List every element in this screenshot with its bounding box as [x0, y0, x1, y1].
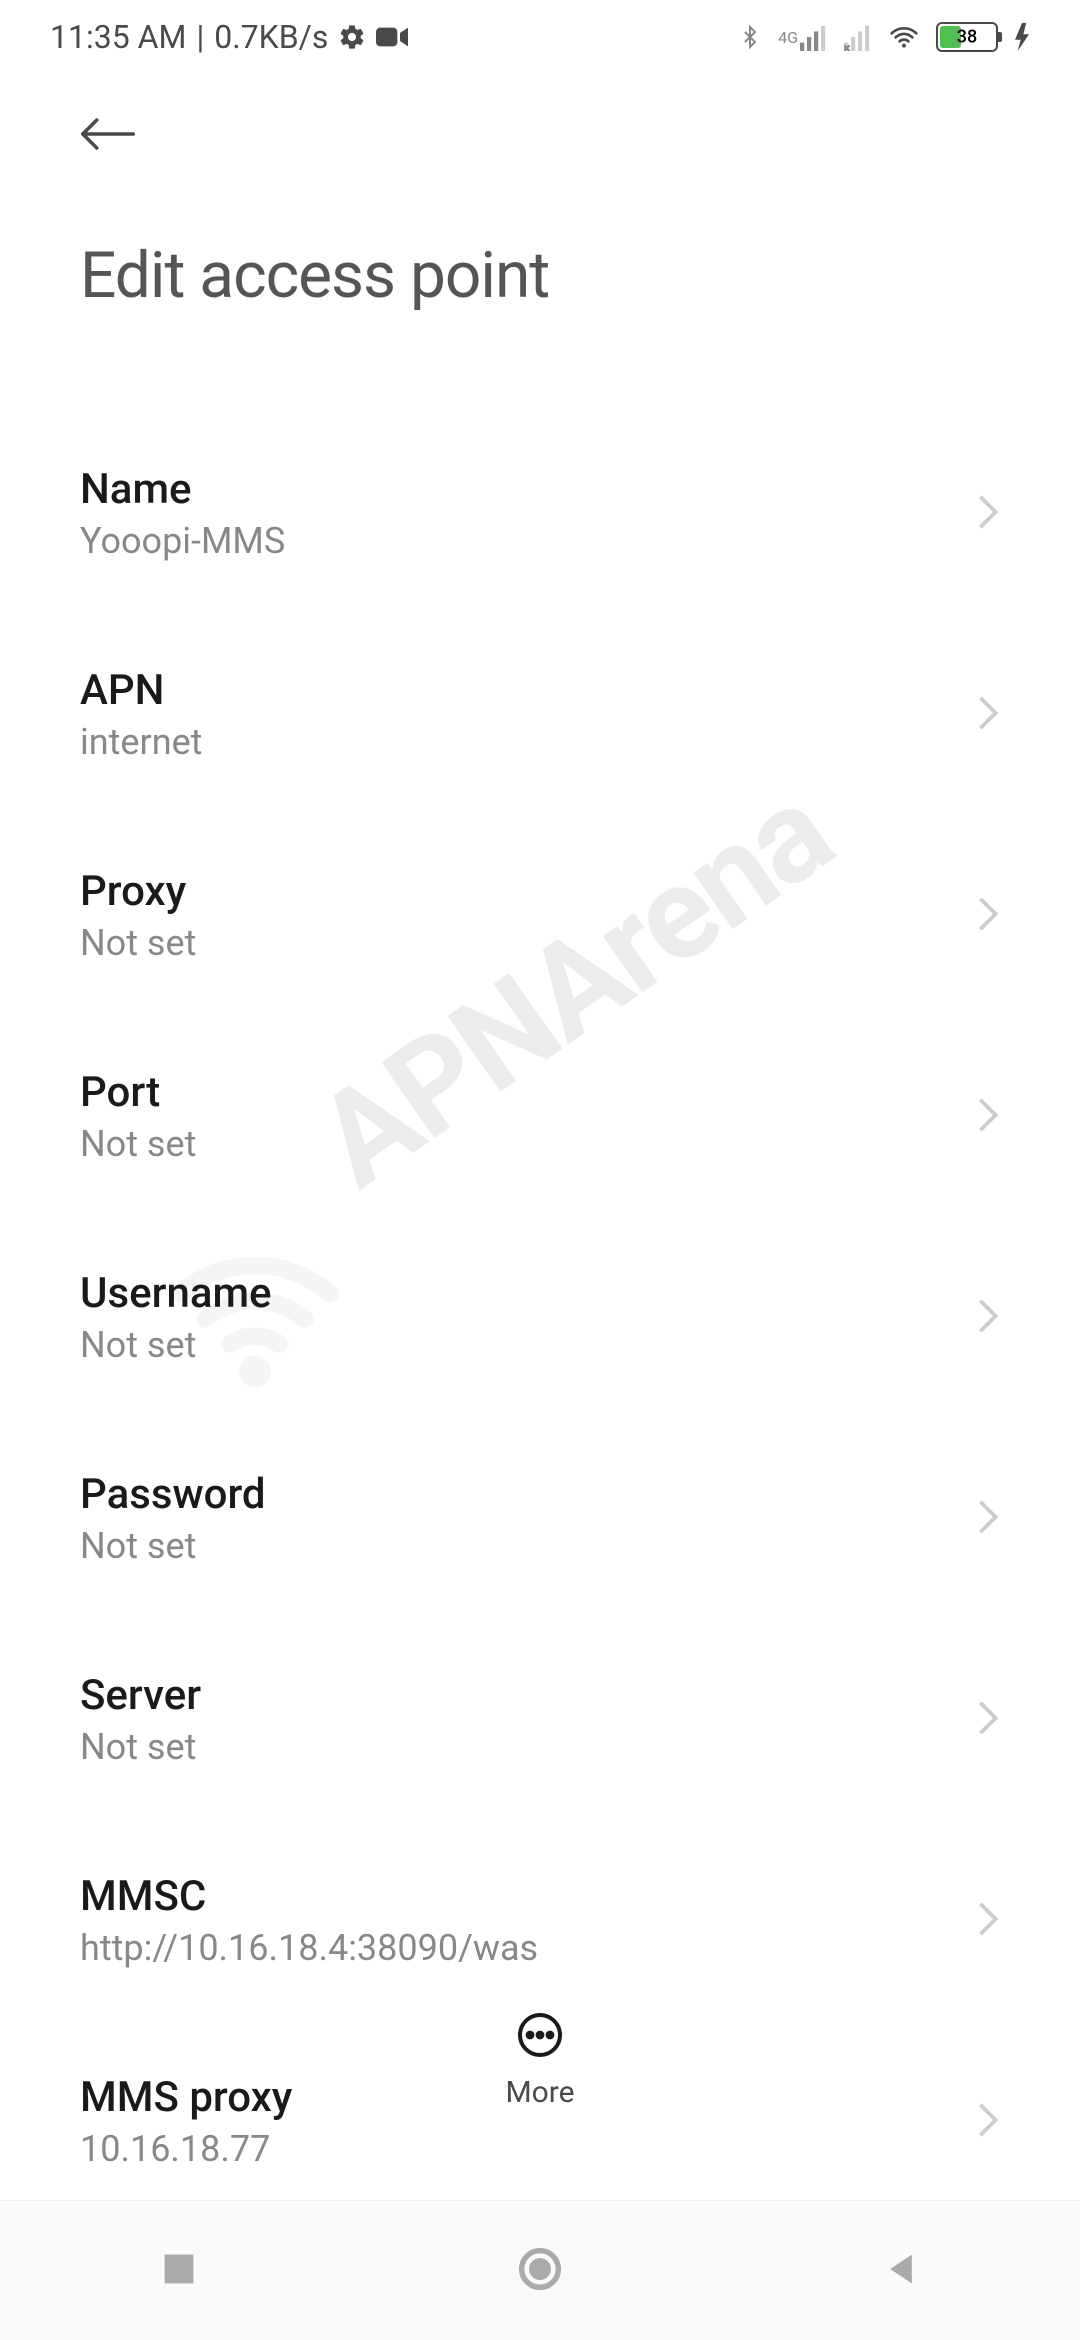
- setting-value: Not set: [80, 1726, 201, 1768]
- chevron-right-icon: [976, 493, 1000, 535]
- setting-label: Server: [80, 1671, 201, 1720]
- chevron-right-icon: [976, 1900, 1000, 1942]
- setting-label: Proxy: [80, 867, 196, 916]
- nav-recents-button[interactable]: [161, 2251, 197, 2291]
- setting-port[interactable]: Port Not set: [80, 1016, 1000, 1217]
- setting-apn[interactable]: APN internet: [80, 614, 1000, 815]
- chevron-right-icon: [976, 895, 1000, 937]
- setting-label: Name: [80, 465, 285, 514]
- setting-proxy[interactable]: Proxy Not set: [80, 815, 1000, 1016]
- setting-mmsc[interactable]: MMSC http://10.16.18.4:38090/was: [80, 1820, 1000, 2021]
- chevron-right-icon: [976, 1297, 1000, 1339]
- setting-label: APN: [80, 666, 202, 715]
- setting-value: Not set: [80, 1324, 272, 1366]
- signal-4g-icon: 4G: [778, 23, 828, 51]
- page-title: Edit access point: [80, 238, 1000, 313]
- wifi-icon: [888, 23, 920, 51]
- status-time: 11:35 AM: [50, 18, 186, 56]
- setting-password[interactable]: Password Not set: [80, 1418, 1000, 1619]
- nav-home-button[interactable]: [518, 2247, 562, 2295]
- setting-value: Not set: [80, 1525, 266, 1567]
- setting-label: MMSC: [80, 1872, 538, 1921]
- camera-icon: [376, 25, 408, 49]
- setting-value: http://10.16.18.4:38090/was: [80, 1927, 538, 1969]
- setting-name[interactable]: Name Yooopi-MMS: [80, 413, 1000, 614]
- status-bar: 11:35 AM | 0.7KB/s 4G 38: [0, 0, 1080, 74]
- chevron-right-icon: [976, 694, 1000, 736]
- status-data-rate: 0.7KB/s: [214, 18, 328, 56]
- setting-mms-proxy[interactable]: MMS proxy 10.16.18.77: [80, 2021, 1000, 2170]
- chevron-right-icon: [976, 1096, 1000, 1138]
- setting-username[interactable]: Username Not set: [80, 1217, 1000, 1418]
- setting-value: Not set: [80, 1123, 196, 1165]
- signal-no-sim-icon: [844, 23, 872, 51]
- navigation-bar: [0, 2200, 1080, 2340]
- setting-label: Username: [80, 1269, 272, 1318]
- setting-label: MMS proxy: [80, 2073, 292, 2122]
- battery-indicator: 38: [936, 22, 998, 52]
- gear-icon: [338, 23, 366, 51]
- header: Edit access point: [0, 74, 1080, 343]
- setting-value: Not set: [80, 922, 196, 964]
- setting-value: internet: [80, 721, 202, 763]
- chevron-right-icon: [976, 2101, 1000, 2143]
- setting-value: Yooopi-MMS: [80, 520, 285, 562]
- setting-server[interactable]: Server Not set: [80, 1619, 1000, 1820]
- bluetooth-icon: [738, 21, 762, 53]
- setting-label: Port: [80, 1068, 196, 1117]
- back-button[interactable]: [80, 114, 1000, 158]
- charging-icon: [1014, 23, 1030, 51]
- setting-value: 10.16.18.77: [80, 2128, 292, 2170]
- nav-back-button[interactable]: [883, 2251, 919, 2291]
- chevron-right-icon: [976, 1699, 1000, 1741]
- settings-list: Name Yooopi-MMS APN internet Proxy Not s…: [0, 343, 1080, 2170]
- chevron-right-icon: [976, 1498, 1000, 1540]
- setting-label: Password: [80, 1470, 266, 1519]
- status-separator: |: [196, 18, 204, 56]
